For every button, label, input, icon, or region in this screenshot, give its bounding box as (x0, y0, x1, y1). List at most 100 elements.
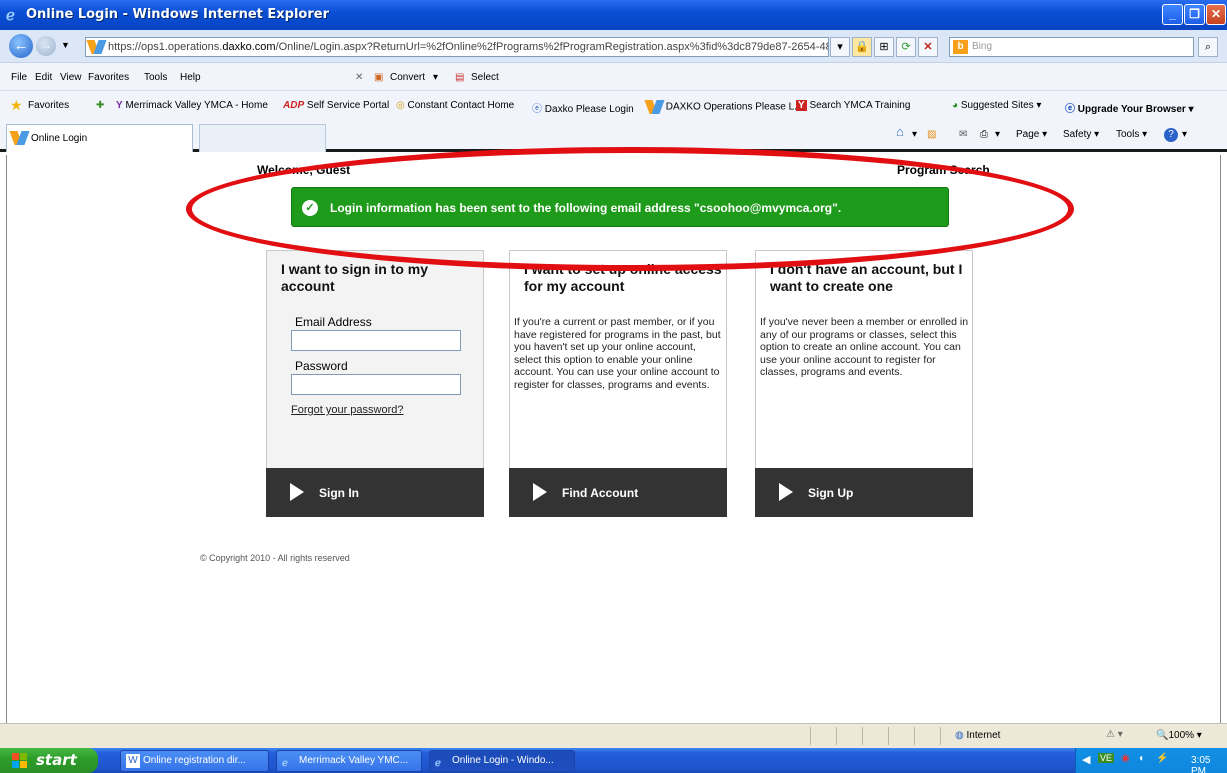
menu-favorites[interactable]: Favorites (88, 72, 129, 83)
find-account-button[interactable]: Find Account (509, 468, 727, 517)
convert-button[interactable]: Convert (390, 72, 425, 83)
help-dropdown-icon[interactable]: ▾ (1182, 129, 1187, 140)
find-account-label: Find Account (562, 486, 639, 500)
signin-panel: I want to sign in to my account Email Ad… (266, 250, 484, 517)
add-favorite-icon[interactable]: ✚ (96, 100, 104, 111)
fav-link-self-service[interactable]: ADP Self Service Portal (283, 100, 389, 111)
stop-icon[interactable]: ✕ (918, 37, 938, 57)
task-online-login[interactable]: ℯ Online Login - Windo... (429, 750, 575, 772)
recent-pages-dropdown-icon[interactable]: ▼ (61, 40, 70, 50)
close-button[interactable]: ✕ (1206, 4, 1226, 25)
fav-link-suggested-sites[interactable]: ◕ Suggested Sites ▾ (952, 100, 1041, 111)
new-tab-button[interactable] (199, 124, 326, 152)
status-divider (888, 727, 889, 745)
lock-icon[interactable]: 🔒 (852, 37, 872, 57)
address-dropdown-icon[interactable]: ▾ (830, 37, 850, 57)
fav-link-daxko-login[interactable]: ⓔ Daxko Please Login (532, 100, 634, 115)
refresh-icon[interactable]: ⟳ (896, 37, 916, 57)
feeds-icon[interactable]: ▨ (927, 129, 936, 140)
url-input[interactable]: https://ops1.operations.daxko.com/Online… (85, 37, 829, 57)
convert-pdf-icon: ▣ (374, 72, 384, 83)
create-heading: I don't have an account, but I want to c… (770, 261, 963, 294)
tray-security-icon[interactable]: ◉ (1121, 753, 1130, 764)
ie-task-icon: ℯ (435, 758, 441, 769)
task-merrimack-valley[interactable]: ℯ Merrimack Valley YMC... (276, 750, 422, 772)
setup-heading: I want to set up online access for my ac… (524, 261, 722, 294)
start-button[interactable]: start (0, 748, 98, 773)
maximize-button[interactable]: ❐ (1184, 4, 1205, 25)
help-icon[interactable]: ? (1164, 128, 1178, 142)
url-path: /Online/Login.aspx?ReturnUrl=%2fOnline%2… (275, 41, 829, 53)
password-field[interactable] (291, 374, 461, 395)
menu-bar: File Edit View Favorites Tools Help ✕ ▣ … (0, 63, 1227, 91)
mail-icon[interactable]: ✉ (959, 129, 967, 140)
bing-icon: b (953, 40, 968, 54)
home-icon[interactable]: ⌂ (896, 124, 904, 139)
home-dropdown-icon[interactable]: ▾ (912, 129, 917, 140)
page-menu[interactable]: Page ▾ (1016, 129, 1047, 140)
status-divider (940, 727, 941, 745)
security-zone[interactable]: ◍ Internet (955, 730, 1000, 741)
sign-up-label: Sign Up (808, 486, 854, 500)
menu-tools[interactable]: Tools (144, 72, 167, 83)
favorites-button[interactable]: ★ Favorites (10, 97, 69, 113)
suggested-sites-icon: ◕ (952, 100, 959, 111)
tray-network-icon[interactable]: ⚡ (1156, 753, 1168, 764)
constant-contact-icon: ◎ (396, 100, 405, 111)
signin-heading: I want to sign in to my account (281, 261, 428, 294)
sign-in-button[interactable]: Sign In (266, 468, 484, 517)
start-label: start (36, 751, 77, 769)
fav-link-daxko-operations[interactable]: DAXKO Operations Please L... (647, 100, 803, 114)
convert-dropdown-icon[interactable]: ▾ (433, 72, 438, 83)
fav-link-ymca-training[interactable]: Y Search YMCA Training (796, 100, 910, 111)
alert-message: Login information has been sent to the f… (330, 201, 842, 215)
menu-help[interactable]: Help (180, 72, 201, 83)
daxko-icon (647, 100, 663, 114)
window-title: Online Login - Windows Internet Explorer (26, 7, 329, 22)
tools-menu[interactable]: Tools ▾ (1116, 129, 1147, 140)
sign-up-button[interactable]: Sign Up (755, 468, 973, 517)
tab-bar: Online Login ⌂ ▾ ▨ ✉ ⎙ ▾ Page ▾ Safety ▾… (0, 119, 1227, 152)
tab-label: Online Login (31, 133, 88, 144)
menu-view[interactable]: View (60, 72, 82, 83)
tray-app-icon[interactable]: VE (1098, 753, 1115, 763)
select-pdf-icon: ▤ (455, 72, 465, 83)
menu-file[interactable]: File (11, 72, 27, 83)
fav-link-upgrade-browser[interactable]: ⓔ Upgrade Your Browser ▾ (1065, 100, 1194, 115)
tray-arrow-icon[interactable]: ◀ (1082, 753, 1090, 766)
search-placeholder: Bing (972, 41, 993, 52)
create-account-panel: I don't have an account, but I want to c… (755, 250, 973, 517)
setup-description: If you're a current or past member, or i… (514, 316, 721, 391)
search-icon[interactable]: ⌕ (1198, 37, 1218, 57)
welcome-text: Welcome, Guest (257, 163, 351, 177)
fav-link-constant-contact[interactable]: ◎ Constant Contact Home (396, 100, 514, 111)
zoom-level[interactable]: 🔍100% ▾ (1156, 730, 1202, 741)
tab-online-login[interactable]: Online Login (6, 124, 193, 152)
close-toolbar-icon[interactable]: ✕ (355, 72, 363, 83)
forward-button[interactable]: → (36, 36, 56, 56)
email-field[interactable] (291, 330, 461, 351)
sign-in-label: Sign In (319, 486, 359, 500)
url-domain: daxko.com (222, 41, 276, 53)
tray-volume-icon[interactable]: ◖ (1138, 753, 1144, 764)
forgot-password-link[interactable]: Forgot your password? (291, 404, 404, 416)
status-divider (862, 727, 863, 745)
success-alert: ✓ Login information has been sent to the… (291, 187, 949, 227)
search-input[interactable]: b Bing (949, 37, 1194, 57)
window-title-bar: ℯ Online Login - Windows Internet Explor… (0, 0, 1227, 30)
back-button[interactable]: ← (9, 34, 33, 58)
safety-menu[interactable]: Safety ▾ (1063, 129, 1099, 140)
print-icon[interactable]: ⎙ (980, 129, 988, 140)
daxko-favicon-icon (89, 40, 105, 54)
select-button[interactable]: Select (471, 72, 499, 83)
minimize-button[interactable]: _ (1162, 4, 1183, 25)
task-online-registration[interactable]: W Online registration dir... (120, 750, 269, 772)
print-dropdown-icon[interactable]: ▾ (995, 129, 1000, 140)
program-search-link[interactable]: Program Search (897, 163, 990, 177)
password-label: Password (295, 359, 348, 373)
protected-mode-icon[interactable]: ⚠ ▾ (1106, 729, 1123, 740)
compatibility-view-icon[interactable]: ⊞ (874, 37, 894, 57)
fav-link-ymca-home[interactable]: Y Merrimack Valley YMCA - Home (116, 100, 268, 111)
create-description: If you've never been a member or enrolle… (760, 316, 969, 378)
menu-edit[interactable]: Edit (35, 72, 52, 83)
